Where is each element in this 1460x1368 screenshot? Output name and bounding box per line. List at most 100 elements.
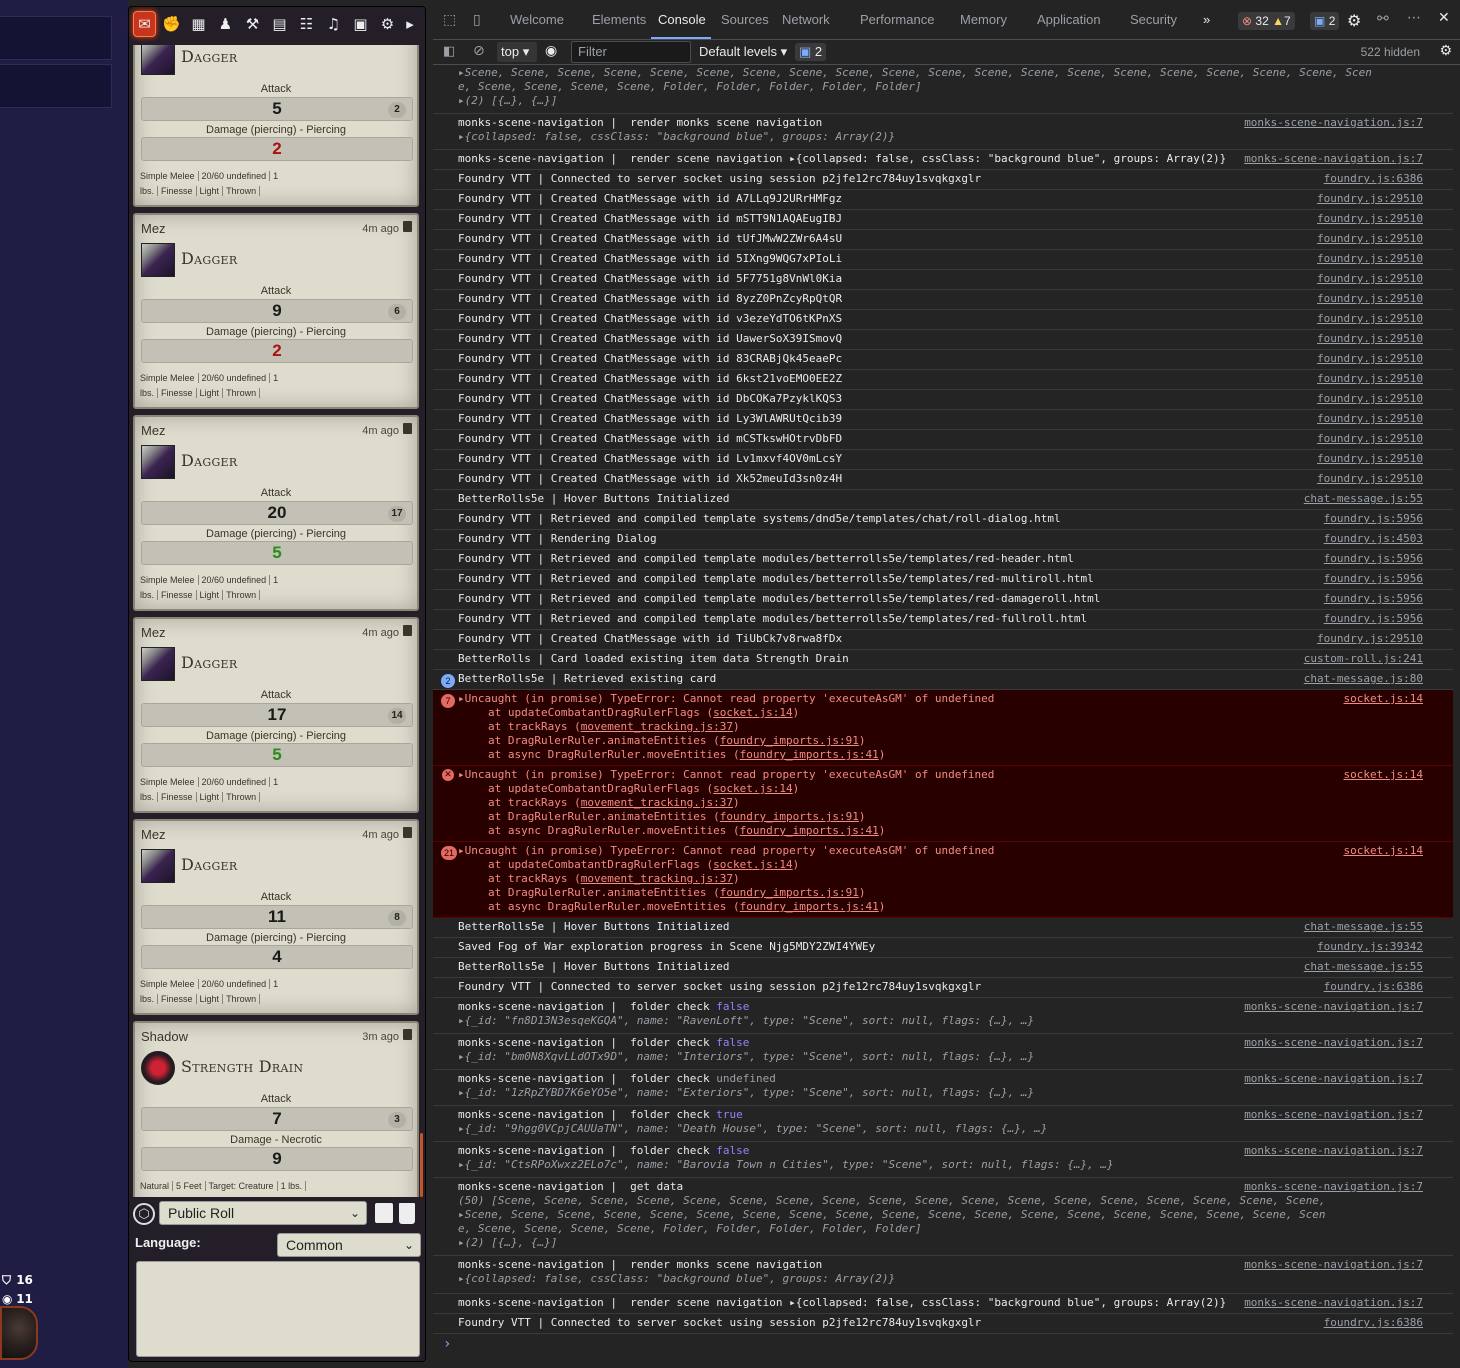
source-link[interactable]: foundry.js:4503 xyxy=(1324,532,1423,545)
language-select[interactable]: Common ⌄ xyxy=(277,1233,421,1257)
source-link[interactable]: foundry.js:29510 xyxy=(1317,332,1423,345)
scenes-icon[interactable]: ▦ xyxy=(187,11,210,37)
clear-console-icon[interactable]: ⊘ xyxy=(473,43,485,59)
console-log-entry[interactable]: BetterRolls5e | Hover Buttons Initialize… xyxy=(433,490,1453,510)
console-log-entry[interactable]: monks-scene-navigation | render monks sc… xyxy=(433,114,1453,150)
items-icon[interactable]: ⚒ xyxy=(241,11,264,37)
game-canvas[interactable]: ⛉ 16 ◉ 11 xyxy=(0,0,128,1368)
source-link[interactable]: monks-scene-navigation.js:7 xyxy=(1244,1000,1423,1013)
source-link[interactable]: foundry.js:29510 xyxy=(1317,252,1423,265)
actors-icon[interactable]: ♟ xyxy=(214,11,237,37)
log-object-preview[interactable]: (50) [Scene, Scene, Scene, Scene, Scene,… xyxy=(458,1194,1326,1207)
token-portrait[interactable] xyxy=(0,1306,38,1360)
console-settings-icon[interactable]: ⚙ xyxy=(1439,43,1452,59)
console-log-entry[interactable]: Foundry VTT | Retrieved and compiled tem… xyxy=(433,510,1453,530)
chat-scrollbar[interactable] xyxy=(420,1133,423,1197)
log-object-preview[interactable]: ▸{_id: "bm0N8XqvLLdOTx9D", name: "Interi… xyxy=(458,1050,1034,1063)
console-log-entry[interactable]: Foundry VTT | Created ChatMessage with i… xyxy=(433,330,1453,350)
log-object-preview[interactable]: ▸Scene, Scene, Scene, Scene, Scene, Scen… xyxy=(458,1208,1326,1221)
console-log-entry[interactable]: monks-scene-navigation | get data monks-s… xyxy=(433,1178,1453,1256)
item-name[interactable]: Dagger xyxy=(181,249,237,268)
console-log-entry[interactable]: monks-scene-navigation | folder check tr… xyxy=(433,1106,1453,1142)
item-name[interactable]: Dagger xyxy=(181,855,237,874)
scene-nav-folder[interactable] xyxy=(0,16,112,60)
item-image[interactable] xyxy=(141,647,175,681)
console-error-entry[interactable]: ✕ ▸Uncaught (in promise) TypeError: Canno… xyxy=(433,766,1453,842)
console-log-entry[interactable]: BetterRolls5e | Hover Buttons Initialize… xyxy=(433,918,1453,938)
item-image[interactable] xyxy=(141,45,175,75)
console-error-entry[interactable]: 21 ▸Uncaught (in promise) TypeError: Cann… xyxy=(433,842,1453,918)
save-icon[interactable] xyxy=(375,1203,393,1223)
error-count-badge[interactable]: ⊗ 32 ▲7 xyxy=(1238,12,1295,30)
console-log-entry[interactable]: monks-scene-navigation | render scene na… xyxy=(433,1294,1453,1314)
source-link[interactable]: foundry.js:29510 xyxy=(1317,212,1423,225)
stack-source-link[interactable]: socket.js:14 xyxy=(713,782,792,795)
source-link[interactable]: foundry.js:29510 xyxy=(1317,192,1423,205)
gear-icon[interactable]: ⚙ xyxy=(1347,11,1361,30)
source-link[interactable]: foundry.js:29510 xyxy=(1317,432,1423,445)
console-log-entry[interactable]: Foundry VTT | Connected to server socket… xyxy=(433,1314,1453,1334)
source-link[interactable]: foundry.js:29510 xyxy=(1317,452,1423,465)
collapse-icon[interactable]: ▸ xyxy=(403,11,417,37)
console-log-entry[interactable]: monks-scene-navigation | folder check fa… xyxy=(433,1034,1453,1070)
source-link[interactable]: monks-scene-navigation.js:7 xyxy=(1244,1108,1423,1121)
stack-source-link[interactable]: foundry_imports.js:41 xyxy=(740,824,879,837)
console-log-entry[interactable]: Foundry VTT | Created ChatMessage with i… xyxy=(433,290,1453,310)
console-log-entry[interactable]: Foundry VTT | Created ChatMessage with i… xyxy=(433,310,1453,330)
tab-memory[interactable]: Memory xyxy=(960,12,1007,27)
source-link[interactable]: foundry.js:5956 xyxy=(1324,612,1423,625)
d20-icon[interactable]: ⬡ xyxy=(133,1203,155,1225)
log-object-preview[interactable]: ▸{collapsed: false, cssClass: "backgroun… xyxy=(458,1272,895,1285)
source-link[interactable]: chat-message.js:55 xyxy=(1304,920,1423,933)
trash-icon[interactable] xyxy=(403,423,412,434)
attack-roll[interactable]: 11 8 xyxy=(141,905,413,929)
source-link[interactable]: foundry.js:29510 xyxy=(1317,472,1423,485)
roll-mode-select[interactable]: Public Roll ⌄ xyxy=(159,1201,367,1225)
stack-source-link[interactable]: socket.js:14 xyxy=(713,858,792,871)
trash-icon[interactable] xyxy=(403,221,412,232)
more-tabs-button[interactable]: » xyxy=(1203,12,1210,27)
close-icon[interactable]: ✕ xyxy=(1438,10,1450,26)
source-link[interactable]: foundry.js:29510 xyxy=(1317,292,1423,305)
source-link[interactable]: foundry.js:29510 xyxy=(1317,412,1423,425)
console-log-entry[interactable]: BetterRolls | Card loaded existing item … xyxy=(433,650,1453,670)
source-link[interactable]: foundry.js:5956 xyxy=(1324,572,1423,585)
damage-roll[interactable]: 5 xyxy=(141,743,413,767)
attack-roll[interactable]: 52 xyxy=(141,97,413,121)
stack-source-link[interactable]: foundry_imports.js:91 xyxy=(720,886,859,899)
source-link[interactable]: monks-scene-navigation.js:7 xyxy=(1244,152,1423,165)
source-link[interactable]: monks-scene-navigation.js:7 xyxy=(1244,1072,1423,1085)
source-link[interactable]: socket.js:14 xyxy=(1344,844,1423,857)
source-link[interactable]: foundry.js:29510 xyxy=(1317,312,1423,325)
log-object-preview[interactable]: ▸(2) [{…}, {…}] xyxy=(458,94,557,107)
source-link[interactable]: foundry.js:29510 xyxy=(1317,372,1423,385)
console-log-entry[interactable]: BetterRolls5e | Hover Buttons Initialize… xyxy=(433,958,1453,978)
console-log-entry[interactable]: monks-scene-navigation | render scene na… xyxy=(433,150,1453,170)
console-log-entry[interactable]: Foundry VTT | Created ChatMessage with i… xyxy=(433,450,1453,470)
log-object-preview[interactable]: ▸(2) [{…}, {…}] xyxy=(458,1236,557,1249)
source-link[interactable]: monks-scene-navigation.js:7 xyxy=(1244,1144,1423,1157)
tab-elements[interactable]: Elements xyxy=(592,12,646,27)
console-log-entry[interactable]: Foundry VTT | Created ChatMessage with i… xyxy=(433,210,1453,230)
context-select[interactable]: top ▾ xyxy=(497,42,537,62)
console-log-entry[interactable]: Foundry VTT | Created ChatMessage with i… xyxy=(433,430,1453,450)
chat-message-input[interactable] xyxy=(136,1261,420,1357)
log-object-preview[interactable]: ▸{_id: "1zRpZYBD7K6eYO5e", name: "Exteri… xyxy=(458,1086,1034,1099)
settings-icon[interactable]: ⚙ xyxy=(376,11,399,37)
console-log-entry[interactable]: monks-scene-navigation | render monks sc… xyxy=(433,1256,1453,1294)
log-object-preview[interactable]: ▸{_id: "fn8D13N3esqeKGQA", name: "RavenL… xyxy=(458,1014,1034,1027)
console-log-entry[interactable]: Foundry VTT | Connected to server socket… xyxy=(433,170,1453,190)
trash-icon[interactable] xyxy=(403,625,412,636)
console-log-entry[interactable]: monks-scene-navigation | folder check fa… xyxy=(433,998,1453,1034)
item-image[interactable] xyxy=(141,1051,175,1085)
console-log-entry[interactable]: Foundry VTT | Retrieved and compiled tem… xyxy=(433,610,1453,630)
stack-source-link[interactable]: foundry_imports.js:41 xyxy=(740,900,879,913)
source-link[interactable]: monks-scene-navigation.js:7 xyxy=(1244,116,1423,129)
source-link[interactable]: foundry.js:29510 xyxy=(1317,352,1423,365)
console-error-entry[interactable]: 7 ▸Uncaught (in promise) TypeError: Canno… xyxy=(433,690,1453,766)
source-link[interactable]: monks-scene-navigation.js:7 xyxy=(1244,1180,1423,1193)
console-log-entry[interactable]: Foundry VTT | Created ChatMessage with i… xyxy=(433,470,1453,490)
tab-welcome[interactable]: Welcome xyxy=(510,12,564,27)
item-image[interactable] xyxy=(141,243,175,277)
inspect-icon[interactable]: ⬚ xyxy=(443,12,456,28)
